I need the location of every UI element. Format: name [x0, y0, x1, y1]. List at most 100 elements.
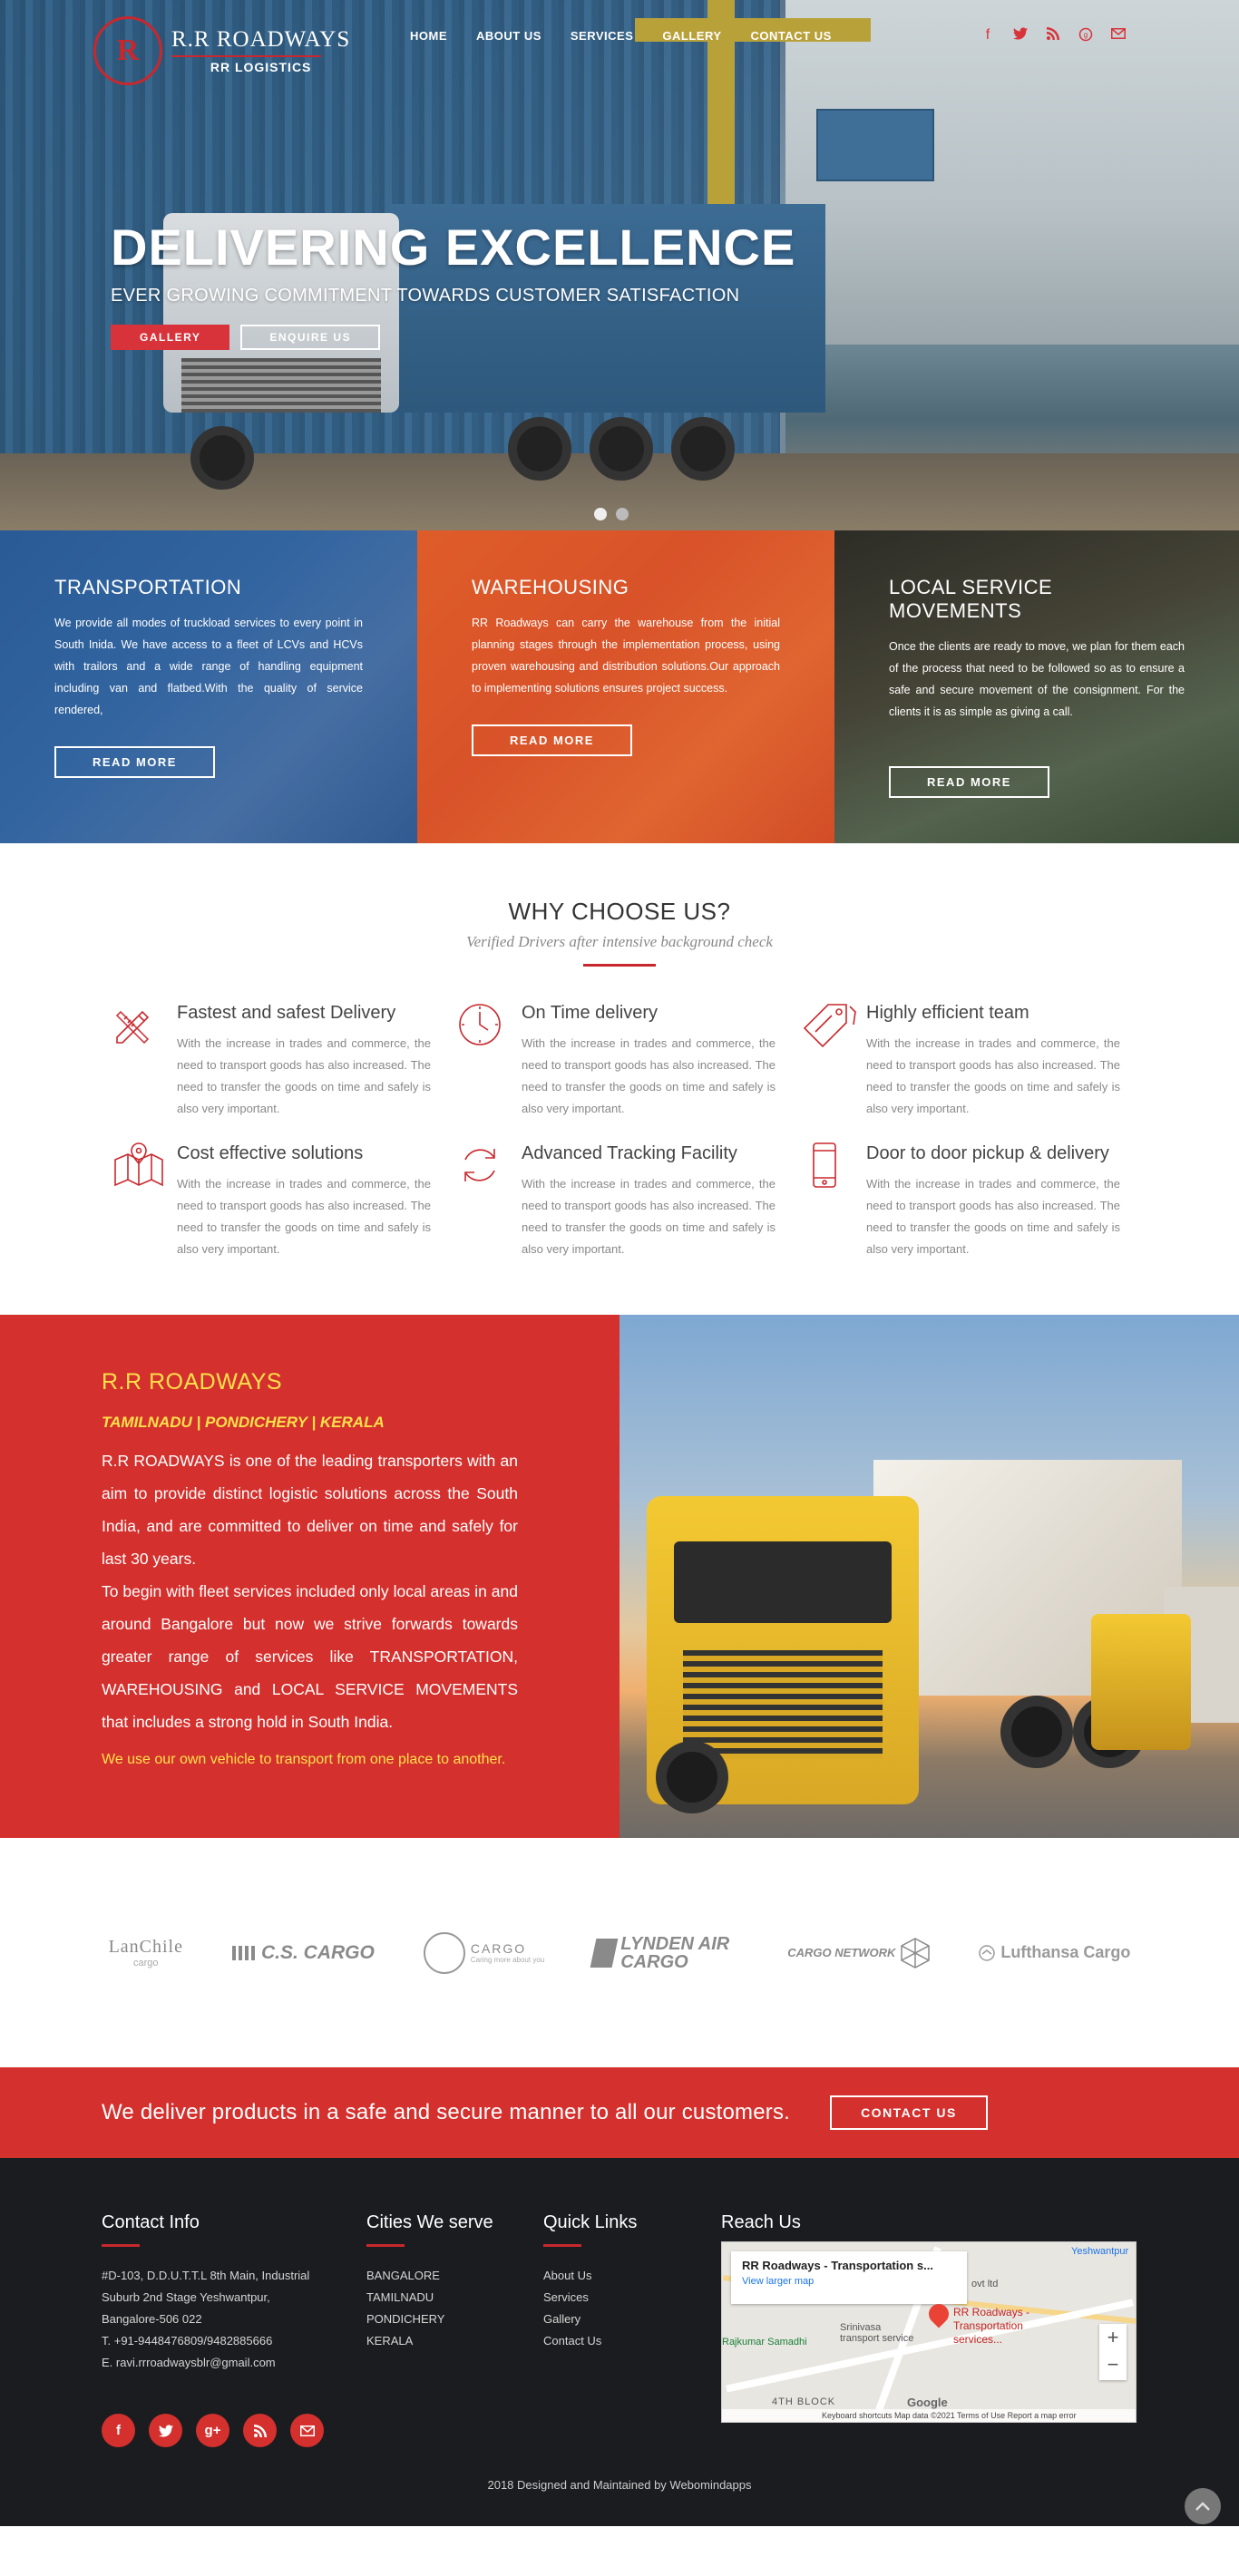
rss-icon[interactable] [243, 2414, 277, 2447]
partner-logo-cargo: CARGO Caring more about you [423, 1931, 545, 1974]
section-tagline: Verified Drivers after intensive backgro… [466, 933, 773, 950]
brand-subtitle: RR LOGISTICS [210, 60, 312, 74]
map-label: 4TH BLOCK [772, 2396, 836, 2407]
about-paragraph-1: R.R ROADWAYS is one of the leading trans… [102, 1452, 518, 1568]
city-item: KERALA [366, 2334, 414, 2348]
second-truck-cab [1091, 1614, 1191, 1750]
twitter-icon[interactable] [1012, 27, 1029, 46]
services-section: TRANSPORTATION We provide all modes of t… [0, 530, 1239, 843]
feature-item: On Time delivery With the increase in tra… [447, 1001, 792, 1120]
partner-logo-lanchile: LanChile cargo [109, 1937, 183, 1968]
hero-subtitle: EVER GROWING COMMITMENT TOWARDS CUSTOMER… [111, 286, 740, 306]
map-icon [112, 1142, 177, 1260]
cta-contact-button[interactable]: CONTACT US [830, 2095, 988, 2130]
chevron-up-icon [1195, 2502, 1210, 2511]
feature-item: Door to door pickup & delivery With the i… [792, 1142, 1137, 1260]
footer-link-about[interactable]: About Us [543, 2265, 637, 2287]
contact-line: Suburb 2nd Stage Yeshwantpur, [102, 2290, 270, 2304]
footer-heading-divider [102, 2244, 140, 2247]
mail-icon[interactable] [1110, 27, 1127, 46]
slider-dot-2[interactable] [616, 508, 629, 520]
pencil-ruler-icon [112, 1001, 177, 1120]
header-social-links: f g [980, 27, 1127, 46]
feature-item: Fastest and safest Delivery With the incr… [102, 1001, 447, 1120]
partner-logo-lynden: LYNDEN AIR CARGO [590, 1933, 738, 1972]
footer-heading: Cities We serve [366, 2212, 493, 2232]
section-divider [583, 964, 656, 967]
about-paragraph-2: To begin with fleet services included on… [102, 1582, 518, 1731]
contact-email[interactable]: E. ravi.rrroadwaysblr@gmail.com [102, 2352, 337, 2374]
feature-item: Advanced Tracking Facility With the incre… [447, 1142, 792, 1260]
mobile-phone-icon [801, 1142, 866, 1260]
nav-services[interactable]: SERVICES [571, 29, 634, 43]
partner-name: LYNDEN AIR CARGO [620, 1933, 730, 1972]
about-text-panel: R.R ROADWAYS TAMILNADU | PONDICHERY | KE… [0, 1315, 620, 1838]
footer-heading-divider [366, 2244, 405, 2247]
about-title: R.R ROADWAYS [102, 1369, 283, 1395]
slider-dot-1[interactable] [594, 508, 607, 520]
map-pin-label: RR Roadways - Transportation services... [953, 2306, 1030, 2346]
mail-icon[interactable] [290, 2414, 324, 2447]
main-navbar: R R.R ROADWAYS RR LOGISTICS HOME ABOUT U… [0, 0, 1239, 85]
service-card-warehousing: WAREHOUSING RR Roadways can carry the wa… [417, 530, 834, 843]
footer-social-links: f g+ [102, 2414, 324, 2447]
twitter-icon[interactable] [149, 2414, 182, 2447]
nav-gallery[interactable]: GALLERY [662, 29, 721, 43]
partner-sub: Caring more about you [470, 1956, 545, 1964]
brand-logo[interactable]: R R.R ROADWAYS RR LOGISTICS [93, 16, 350, 85]
feature-text: With the increase in trades and commerce… [177, 1036, 431, 1115]
service-title: LOCAL SERVICE MOVEMENTS [889, 576, 1053, 622]
embedded-google-map[interactable]: Yeshwantpur Srinivasa transport service … [721, 2241, 1137, 2423]
hero-truck-wheel [508, 417, 571, 481]
map-label: Yeshwantpur [1071, 2246, 1129, 2257]
hero-title: DELIVERING EXCELLENCE [111, 219, 796, 276]
footer-link-contact[interactable]: Contact Us [543, 2330, 637, 2352]
feature-title: Fastest and safest Delivery [177, 1003, 396, 1023]
service-card-transportation: TRANSPORTATION We provide all modes of t… [0, 530, 417, 843]
hero-enquire-button[interactable]: ENQUIRE US [240, 325, 381, 350]
google-logo: Google [907, 2396, 948, 2409]
hero-truck-grill [181, 358, 381, 413]
nav-about-us[interactable]: ABOUT US [476, 29, 541, 43]
service-card-local-movements: LOCAL SERVICE MOVEMENTS Once the clients… [834, 530, 1239, 843]
service-title: TRANSPORTATION [54, 576, 242, 598]
feature-text: With the increase in trades and commerce… [522, 1177, 776, 1256]
facebook-icon[interactable]: f [980, 27, 996, 46]
zoom-in-button[interactable]: + [1099, 2324, 1127, 2351]
partner-sub: cargo [133, 1958, 159, 1968]
google-plus-icon[interactable]: g+ [196, 2414, 229, 2447]
partner-logo-cargo-network: CARGO NETWORK [787, 1937, 931, 1968]
partner-name: Lufthansa Cargo [1000, 1943, 1131, 1961]
hero-caption: DELIVERING EXCELLENCE EVER GROWING COMMI… [111, 218, 795, 350]
footer-quick-links: Quick Links About Us Services Gallery Co… [543, 2212, 637, 2352]
feature-item: Highly efficient team With the increase i… [792, 1001, 1137, 1120]
brand-divider [171, 55, 321, 57]
zoom-out-button[interactable]: − [1099, 2351, 1127, 2378]
read-more-button[interactable]: READ MORE [472, 724, 632, 756]
map-view-larger-link[interactable]: View larger map [742, 2276, 956, 2287]
footer-heading: Contact Info [102, 2212, 200, 2232]
read-more-button[interactable]: READ MORE [54, 746, 215, 778]
footer-link-services[interactable]: Services [543, 2287, 637, 2309]
city-item: BANGALORE [366, 2269, 440, 2282]
refresh-icon [456, 1142, 522, 1260]
nav-home[interactable]: HOME [410, 29, 447, 43]
hero-gallery-button[interactable]: GALLERY [111, 325, 230, 350]
facebook-icon[interactable]: f [102, 2414, 135, 2447]
logo-emblem: R [93, 16, 162, 85]
contact-phone[interactable]: T. +91-9448476809/9482885666 [102, 2330, 337, 2352]
footer-link-gallery[interactable]: Gallery [543, 2309, 637, 2330]
rss-icon[interactable] [1045, 27, 1061, 46]
map-label: ovt ltd [971, 2279, 999, 2289]
read-more-button[interactable]: READ MORE [889, 766, 1049, 798]
partner-logo-cs-cargo: C.S. CARGO [232, 1942, 375, 1964]
footer-heading-divider [543, 2244, 581, 2247]
nav-contact-us[interactable]: CONTACT US [751, 29, 832, 43]
about-regions: TAMILNADU | PONDICHERY | KERALA [102, 1414, 385, 1431]
price-tags-icon [801, 1001, 866, 1120]
partner-logos: LanChile cargo C.S. CARGO CARGO Caring m… [0, 1838, 1239, 2067]
partner-name: LanChile [108, 1937, 183, 1957]
footer-contact-info: Contact Info #D-103, D.D.U.T.T.L 8th Mai… [102, 2212, 337, 2374]
google-plus-icon[interactable]: g [1078, 27, 1094, 46]
scroll-to-top-button[interactable] [1185, 2488, 1221, 2524]
